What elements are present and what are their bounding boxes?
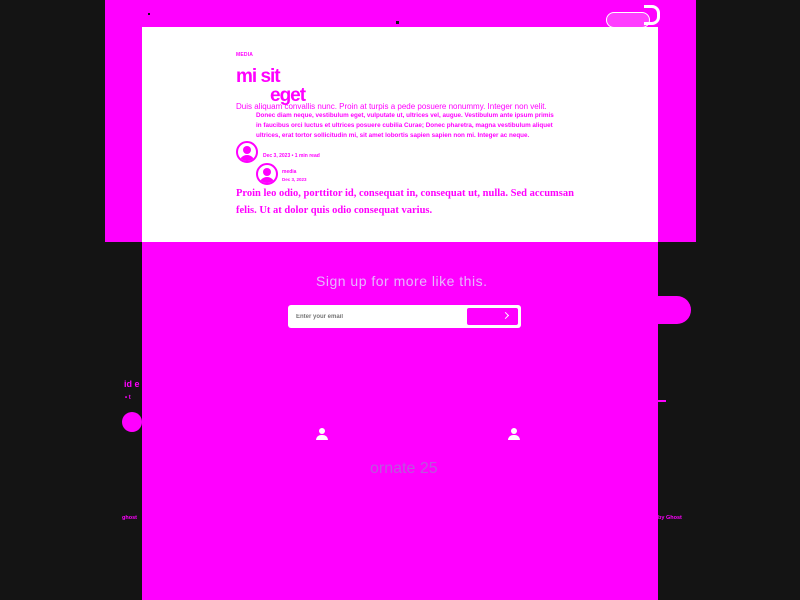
related-author-avatar[interactable] [256,163,278,185]
brand-logo-icon[interactable] [644,5,660,25]
divider [160,283,164,293]
article-excerpt: Duis aliquam convallis nunc. Proin at tu… [236,102,547,111]
related-excerpt: Donec diam neque, vestibulum eget, vulpu… [256,112,554,139]
side-label: id e [124,379,140,389]
user-icon-body [239,155,255,161]
header-nav-dot [148,13,150,15]
article-card: MEDIA mi sit eget Duis aliquam convallis… [142,27,658,242]
email-input[interactable] [292,308,462,325]
author-avatar[interactable] [236,141,258,163]
side-meta: • t [125,395,131,401]
header-nav-dot [396,21,399,24]
article-tag[interactable]: MEDIA [236,52,253,58]
related-author-name[interactable]: media [282,169,296,175]
main-content: Sign up for more like this. ornate 25 [142,242,658,600]
article-title[interactable]: mi sit [236,67,281,87]
signup-heading: Sign up for more like this. [316,273,488,289]
related-date: Dec 3, 2023 [282,177,307,182]
subscribe-button[interactable] [466,307,519,326]
user-icon [316,428,328,440]
article-lead-paragraph: Proin leo odio, porttitor id, consequat … [236,188,574,216]
footer-brand[interactable]: ornate 25 [370,460,438,478]
user-icon [243,146,251,154]
footer-credit[interactable]: by Ghost [658,515,682,521]
side-tab[interactable] [658,296,691,324]
signup-form [288,305,521,328]
footer-left-text[interactable]: ghost [122,515,137,521]
user-icon [508,428,520,440]
user-icon-body [259,177,275,183]
chevron-right-icon [501,311,510,320]
post-meta: Dec 3, 2023 • 1 min read [263,153,320,159]
user-icon [263,168,271,176]
avatar[interactable] [122,412,142,432]
divider [658,400,666,402]
